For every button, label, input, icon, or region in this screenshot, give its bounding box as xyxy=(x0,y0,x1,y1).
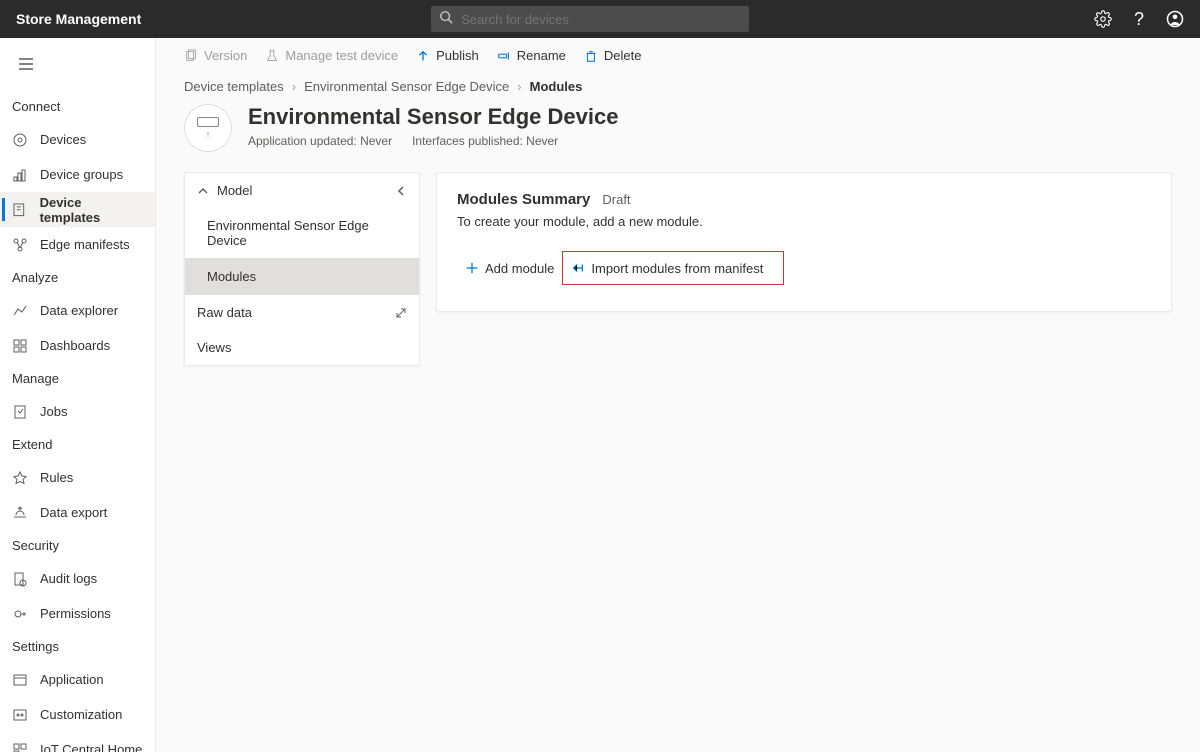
home-icon xyxy=(12,742,28,752)
help-icon[interactable]: ? xyxy=(1130,10,1148,28)
chevron-up-icon xyxy=(197,185,209,197)
cmd-version[interactable]: Version xyxy=(184,48,247,63)
import-modules-button[interactable]: Import modules from manifest xyxy=(563,253,771,283)
nav-heading-manage: Manage xyxy=(0,363,155,394)
topbar-actions: ? xyxy=(1094,10,1184,28)
application-icon xyxy=(12,672,28,688)
rules-icon xyxy=(12,470,28,486)
cmd-delete[interactable]: Delete xyxy=(584,48,642,63)
sidebar-item-devices[interactable]: Devices xyxy=(0,122,155,157)
chevron-right-icon: › xyxy=(517,79,521,94)
tree-item-raw-data[interactable]: Raw data xyxy=(185,295,419,330)
plus-icon xyxy=(465,261,479,275)
data-export-icon xyxy=(12,505,28,521)
customization-icon xyxy=(12,707,28,723)
chevron-right-icon: › xyxy=(292,79,296,94)
data-explorer-icon xyxy=(12,303,28,319)
summary-desc: To create your module, add a new module. xyxy=(457,214,1151,229)
tree-item-device[interactable]: Environmental Sensor Edge Device xyxy=(185,208,419,258)
search-box[interactable] xyxy=(431,6,749,32)
nav-heading-extend: Extend xyxy=(0,429,155,460)
cmd-rename[interactable]: Rename xyxy=(497,48,566,63)
cmd-manage-test[interactable]: Manage test device xyxy=(265,48,398,63)
meta-app-updated: Application updated: Never xyxy=(248,134,392,148)
sidebar-item-data-export[interactable]: Data export xyxy=(0,495,155,530)
hamburger-button[interactable] xyxy=(0,46,155,91)
breadcrumb: Device templates › Environmental Sensor … xyxy=(184,73,1172,94)
nav-heading-analyze: Analyze xyxy=(0,262,155,293)
sidebar-item-rules[interactable]: Rules xyxy=(0,460,155,495)
settings-icon[interactable] xyxy=(1094,10,1112,28)
tree-item-views[interactable]: Views xyxy=(185,330,419,365)
expand-icon xyxy=(395,307,407,319)
chevron-left-icon[interactable] xyxy=(395,185,407,197)
sidebar-item-application[interactable]: Application xyxy=(0,662,155,697)
status-badge: Draft xyxy=(602,192,630,207)
app-title: Store Management xyxy=(16,11,141,27)
devices-icon xyxy=(12,132,28,148)
command-bar: Version Manage test device Publish Renam… xyxy=(156,38,1200,73)
summary-title: Modules Summary xyxy=(457,191,590,208)
jobs-icon xyxy=(12,404,28,420)
sidebar-item-device-groups[interactable]: Device groups xyxy=(0,157,155,192)
sidebar-item-permissions[interactable]: Permissions xyxy=(0,596,155,631)
topbar: Store Management ? xyxy=(0,0,1200,38)
search-icon xyxy=(439,10,453,29)
import-icon xyxy=(571,261,585,275)
nav-heading-security: Security xyxy=(0,530,155,561)
sidebar-item-customization[interactable]: Customization xyxy=(0,697,155,732)
dashboards-icon xyxy=(12,338,28,354)
sidebar-item-jobs[interactable]: Jobs xyxy=(0,394,155,429)
sidebar-item-device-templates[interactable]: Device templates xyxy=(0,192,155,227)
page-title: Environmental Sensor Edge Device xyxy=(248,104,618,130)
nav-heading-settings: Settings xyxy=(0,631,155,662)
page-header: ↑ Environmental Sensor Edge Device Appli… xyxy=(184,104,1172,152)
import-highlight: Import modules from manifest xyxy=(562,251,784,285)
breadcrumb-device[interactable]: Environmental Sensor Edge Device xyxy=(304,79,509,94)
edge-manifests-icon xyxy=(12,237,28,253)
tree-root[interactable]: Model xyxy=(185,173,419,208)
meta-interfaces: Interfaces published: Never xyxy=(412,134,558,148)
device-template-icon: ↑ xyxy=(184,104,232,152)
sidebar-item-dashboards[interactable]: Dashboards xyxy=(0,328,155,363)
breadcrumb-templates[interactable]: Device templates xyxy=(184,79,284,94)
sidebar-item-iot-central-home[interactable]: IoT Central Home xyxy=(0,732,155,752)
device-groups-icon xyxy=(12,167,28,183)
add-module-button[interactable]: Add module xyxy=(457,253,562,283)
search-input[interactable] xyxy=(453,12,741,27)
sidebar-item-audit-logs[interactable]: Audit logs xyxy=(0,561,155,596)
modules-summary-panel: Modules Summary Draft To create your mod… xyxy=(436,172,1172,312)
breadcrumb-current: Modules xyxy=(530,79,583,94)
sidebar: Connect Devices Device groups Device tem… xyxy=(0,38,156,752)
tree-item-modules[interactable]: Modules xyxy=(185,258,419,295)
model-tree: Model Environmental Sensor Edge Device M… xyxy=(184,172,420,366)
account-icon[interactable] xyxy=(1166,10,1184,28)
main: Version Manage test device Publish Renam… xyxy=(156,38,1200,752)
permissions-icon xyxy=(12,606,28,622)
cmd-publish[interactable]: Publish xyxy=(416,48,479,63)
sidebar-item-edge-manifests[interactable]: Edge manifests xyxy=(0,227,155,262)
device-templates-icon xyxy=(12,202,28,218)
sidebar-item-data-explorer[interactable]: Data explorer xyxy=(0,293,155,328)
nav-heading-connect: Connect xyxy=(0,91,155,122)
audit-logs-icon xyxy=(12,571,28,587)
